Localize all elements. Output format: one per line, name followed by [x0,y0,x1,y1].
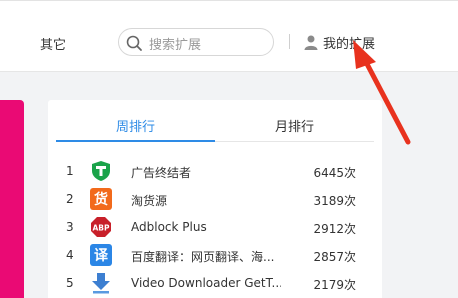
my-extensions-link[interactable]: 我的扩展 [303,33,376,52]
ranking-row[interactable]: 5 Video Downloader GetT... 2179次 [66,272,356,296]
ranking-row[interactable]: 3 ABP Adblock Plus 2912次 [66,216,356,240]
install-count: 2912次 [313,222,356,236]
extension-name: Adblock Plus [131,220,207,234]
download-arrow-icon [92,273,110,294]
my-extensions-label: 我的扩展 [323,36,376,52]
extension-name: 淘货源 [131,194,168,208]
huo-badge-icon: 货 [90,188,112,210]
ranking-card: 周排行 月排行 1 广告终结者 6445次 2 货 淘货源 3189次 3 AB… [48,100,382,298]
rank-number: 4 [66,248,74,262]
rank-number: 1 [66,164,74,178]
side-banner [0,100,24,298]
extension-name: 百度翻译：网页翻译、海... [131,250,275,264]
ranking-row[interactable]: 4 译 百度翻译：网页翻译、海... 2857次 [66,244,356,268]
extension-name: 广告终结者 [131,166,192,180]
install-count: 6445次 [313,166,356,180]
header-divider [289,34,290,49]
svg-text:ABP: ABP [92,224,110,233]
svg-text:译: 译 [94,248,109,264]
abp-stop-sign-icon: ABP [91,217,111,237]
install-count: 2179次 [313,278,356,292]
search-icon [126,35,142,51]
search-placeholder: 搜索扩展 [149,38,202,53]
svg-text:货: 货 [93,191,108,208]
extension-name: Video Downloader GetT... [131,276,281,290]
yi-translate-icon: 译 [90,244,112,266]
rank-number: 3 [66,220,74,234]
ranking-row[interactable]: 1 广告终结者 6445次 [66,160,356,184]
ranking-row[interactable]: 2 货 淘货源 3189次 [66,188,356,212]
top-bar: 其它 搜索扩展 我的扩展 [0,0,458,72]
search-input[interactable]: 搜索扩展 [118,28,274,56]
tab-monthly[interactable]: 月排行 [215,116,374,142]
install-count: 2857次 [313,250,356,264]
shield-t-icon [92,161,110,181]
tab-weekly[interactable]: 周排行 [56,116,215,142]
rank-number: 5 [66,276,74,290]
rank-number: 2 [66,192,74,206]
ranking-tabs: 周排行 月排行 [56,112,374,142]
install-count: 3189次 [313,194,356,208]
nav-item-other[interactable]: 其它 [40,34,66,53]
user-icon [304,35,318,50]
